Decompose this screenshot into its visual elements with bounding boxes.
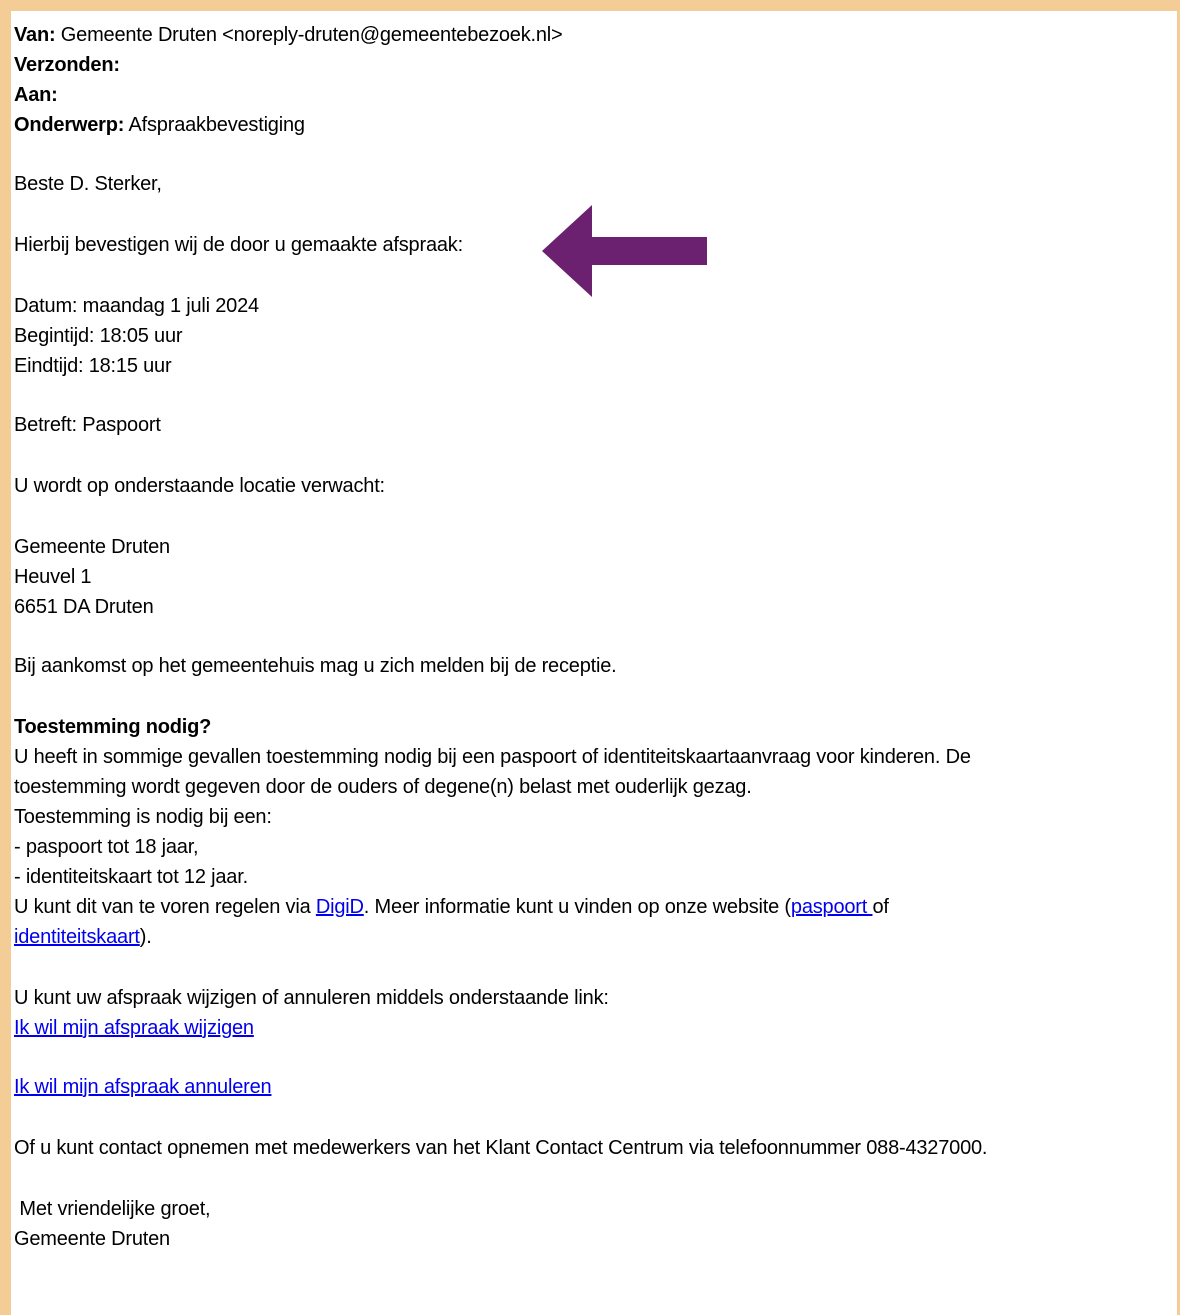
subject-value: Afspraakbevestiging xyxy=(128,114,306,136)
left-arrow-icon xyxy=(542,205,707,297)
digid-post-text: . Meer informatie kunt u vinden op onze … xyxy=(363,896,791,918)
closing-text: Met vriendelijke groet, xyxy=(14,1198,211,1220)
greeting: Beste D. Sterker, xyxy=(14,173,162,195)
location-intro: U wordt op onderstaande locatie verwacht… xyxy=(14,475,385,497)
cancel-link-row: Ik wil mijn afspraak annuleren xyxy=(14,1072,1164,1102)
change-link-row: Ik wil mijn afspraak wijzigen xyxy=(14,1013,1164,1043)
from-row: Van: Gemeente Druten <noreply-druten@gem… xyxy=(14,20,1164,50)
of-text: of xyxy=(872,896,889,918)
appointment-start: Begintijd: 18:05 uur xyxy=(14,325,183,347)
id-link-line: identiteitskaart). xyxy=(14,922,1164,952)
passport-link[interactable]: paspoort xyxy=(791,896,873,918)
appointment-subject: Betreft: Paspoort xyxy=(14,414,161,436)
signature: Gemeente Druten xyxy=(14,1228,170,1250)
cancel-appointment-link[interactable]: Ik wil mijn afspraak annuleren xyxy=(14,1076,272,1098)
digid-line: U kunt dit van te voren regelen via Digi… xyxy=(14,892,1164,922)
from-label: Van: xyxy=(14,24,56,46)
location-street: Heuvel 1 xyxy=(14,566,92,588)
subject-label: Onderwerp: xyxy=(14,114,125,136)
digid-link[interactable]: DigiD xyxy=(316,896,364,918)
arrow-shape xyxy=(542,205,707,297)
subject-row: Onderwerp: Afspraakbevestiging xyxy=(14,110,1164,140)
identity-card-link[interactable]: identiteitskaart xyxy=(14,926,140,948)
location-city: 6651 DA Druten xyxy=(14,596,154,618)
digid-pre-text: U kunt dit van te voren regelen via xyxy=(14,896,316,918)
consent-line-1: U heeft in sommige gevallen toestemming … xyxy=(14,746,971,768)
contact-text: Of u kunt contact opnemen met medewerker… xyxy=(14,1137,988,1159)
consent-heading: Toestemming nodig? xyxy=(14,712,1164,742)
appointment-end: Eindtijd: 18:15 uur xyxy=(14,355,172,377)
change-appointment-link[interactable]: Ik wil mijn afspraak wijzigen xyxy=(14,1017,254,1039)
id-post-text: ). xyxy=(139,926,152,948)
change-intro: U kunt uw afspraak wijzigen of annuleren… xyxy=(14,987,609,1009)
consent-item-id: - identiteitskaart tot 12 jaar. xyxy=(14,866,248,888)
consent-line-3: Toestemming is nodig bij een: xyxy=(14,806,272,828)
consent-heading-text: Toestemming nodig? xyxy=(14,716,212,738)
from-value: Gemeente Druten <noreply-druten@gemeente… xyxy=(60,24,563,46)
sent-row: Verzonden: xyxy=(14,50,1164,80)
to-label: Aan: xyxy=(14,84,58,106)
arrival-text: Bij aankomst op het gemeentehuis mag u z… xyxy=(14,655,617,677)
location-name: Gemeente Druten xyxy=(14,536,170,558)
consent-line-2: toestemming wordt gegeven door de ouders… xyxy=(14,776,752,798)
sent-label: Verzonden: xyxy=(14,54,120,76)
consent-item-passport: - paspoort tot 18 jaar, xyxy=(14,836,199,858)
to-row: Aan: xyxy=(14,80,1164,110)
